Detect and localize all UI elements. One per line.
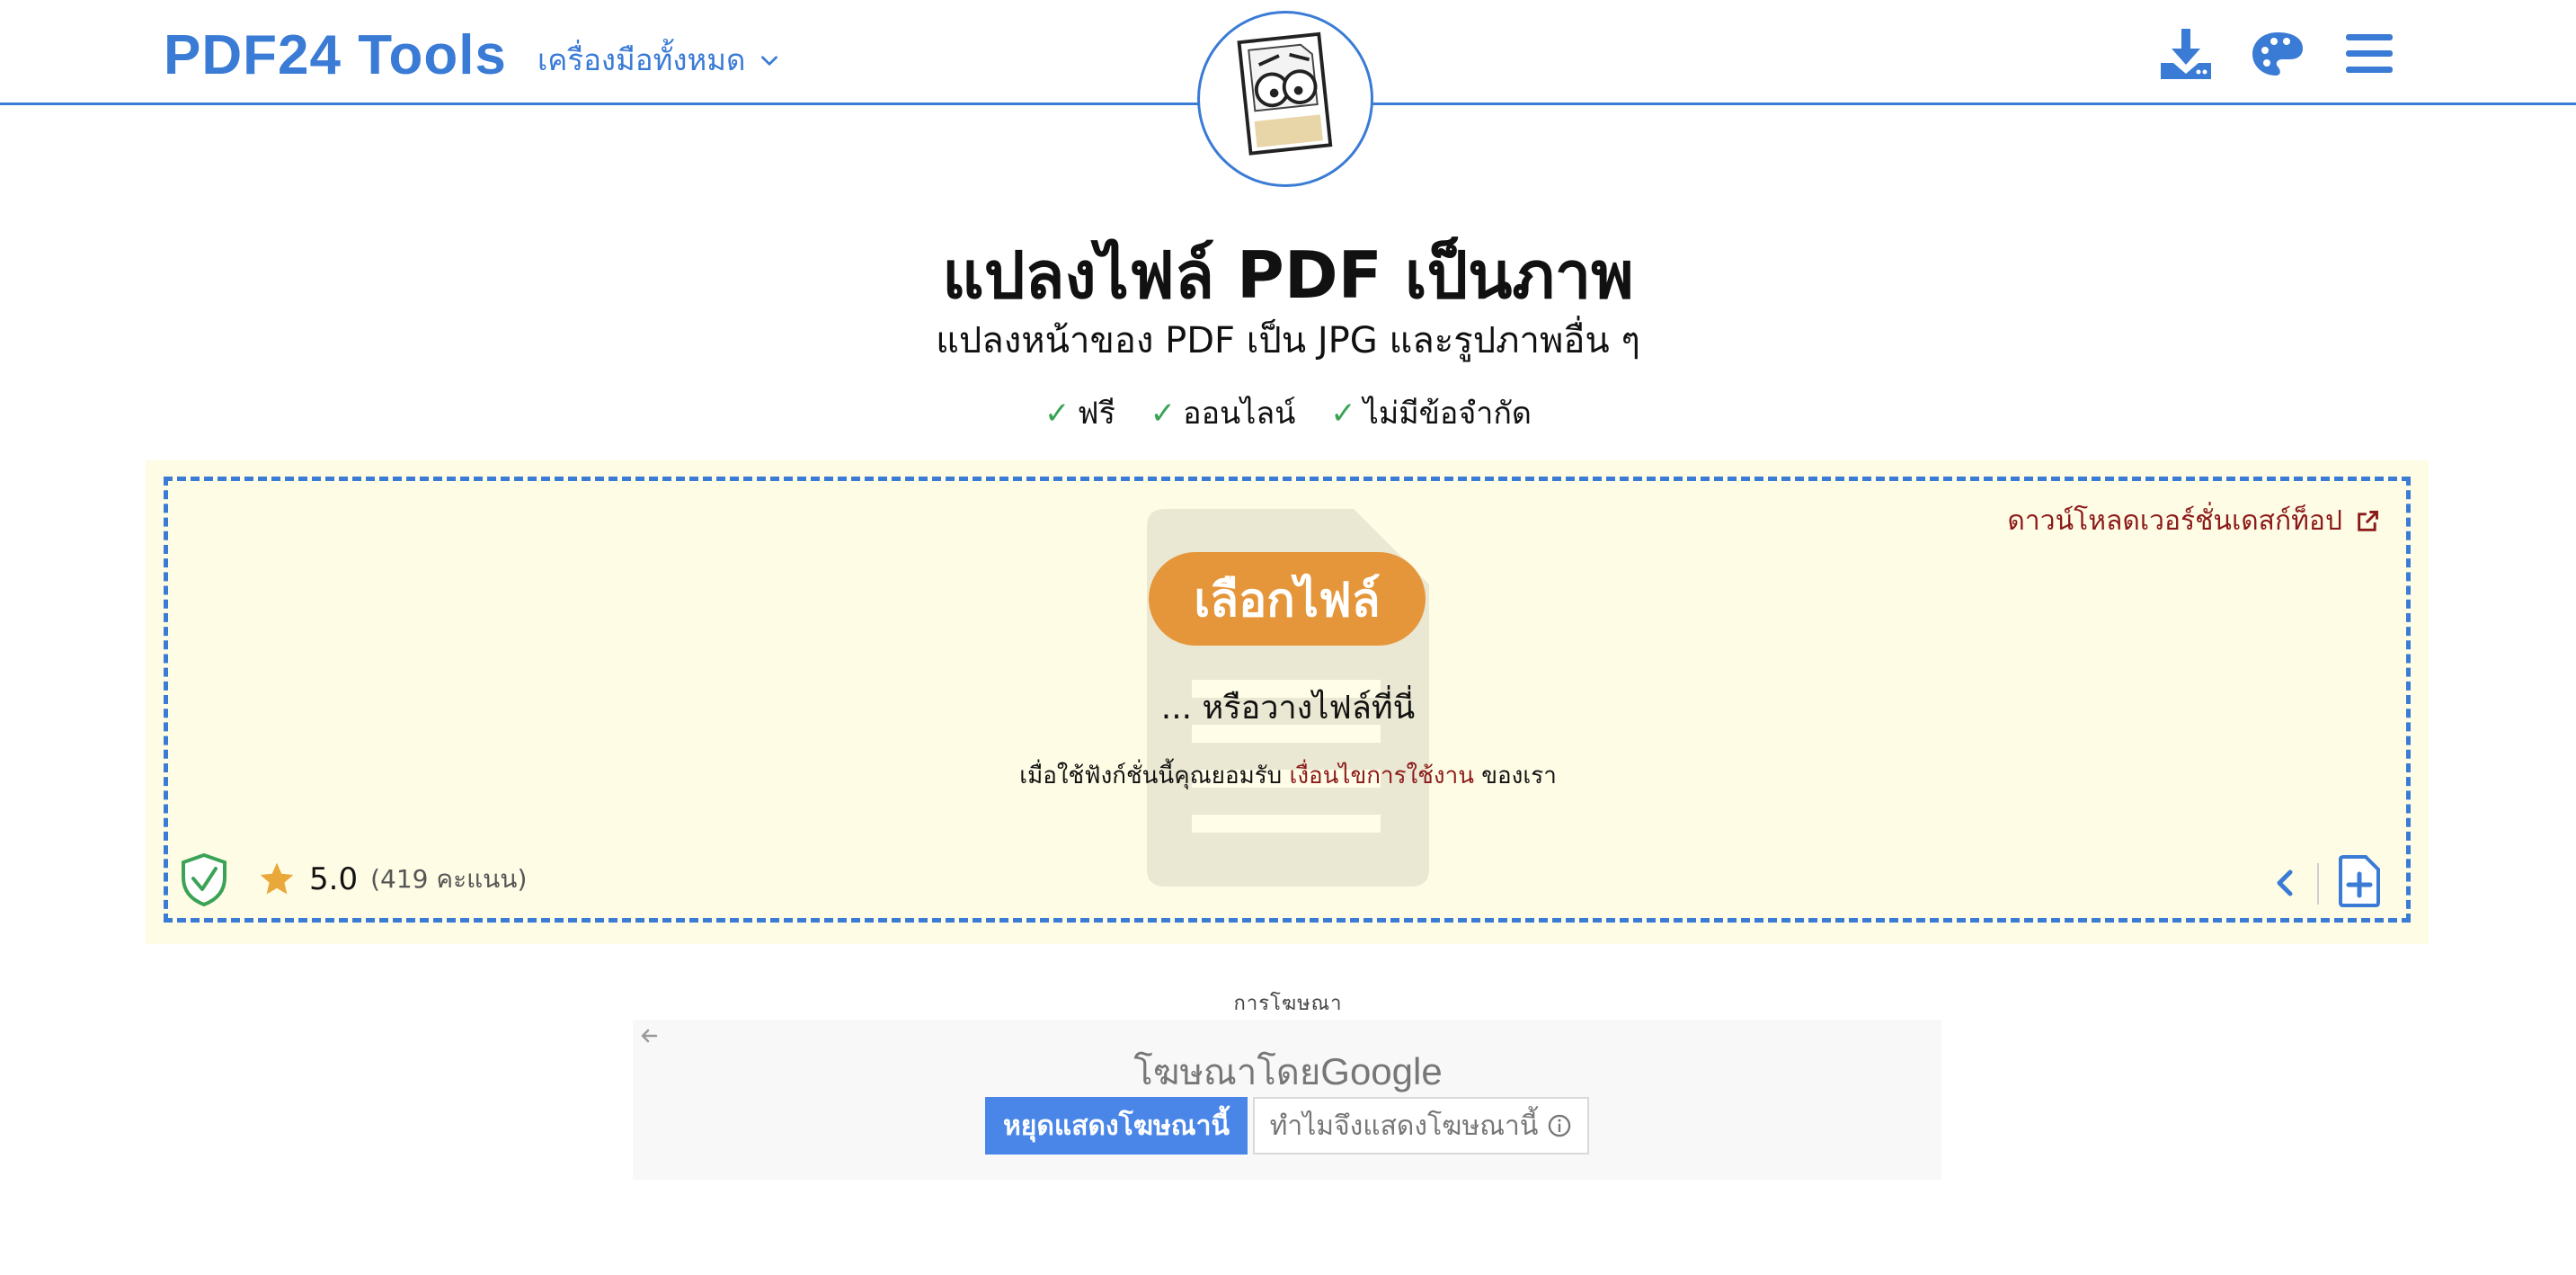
chevron-left-icon[interactable] (2272, 867, 2299, 899)
external-link-icon (2358, 510, 2378, 531)
menu-icon[interactable] (2341, 25, 2398, 83)
star-icon (260, 862, 294, 895)
drop-files-hint: ... หรือวางไฟล์ที่นี่ (1160, 690, 1416, 727)
terms-notice: เมื่อใช้ฟังก์ชั่นนี้คุณยอมรับ เงื่อนไขกา… (1019, 762, 1557, 789)
desktop-version-link[interactable]: ดาวน์โหลดเวอร์ชั่นเดสก์ท็อป (2007, 500, 2380, 542)
feature-list: ✓ ฟรี ✓ ออนไลน์ ✓ ไม่มีข้อจำกัด (0, 388, 2576, 437)
check-icon: ✓ (1330, 396, 1356, 432)
choose-file-button[interactable]: เลือกไฟล์ (1149, 552, 1426, 646)
terms-of-use-link[interactable]: เงื่อนไขการใช้งาน (1289, 762, 1474, 789)
brand-logo-text[interactable]: PDF24 Tools (164, 23, 507, 87)
feature-item: ✓ ฟรี (1044, 396, 1115, 432)
download-icon[interactable] (2157, 25, 2215, 83)
rating-summary: 5.0 (419 คะแนน) (257, 860, 527, 899)
all-tools-dropdown[interactable]: เครื่องมือทั้งหมด (537, 36, 781, 84)
header-actions (2157, 25, 2398, 83)
google-wordmark: Google (1320, 1050, 1443, 1092)
feature-item: ✓ ไม่มีข้อจำกัด (1330, 396, 1532, 432)
page-subtitle: แปลงหน้าของ PDF เป็น JPG และรูปภาพอื่น ๆ (936, 320, 1640, 361)
palette-icon[interactable] (2249, 25, 2306, 83)
rating-score: 5.0 (309, 861, 359, 897)
chevron-down-icon (761, 55, 778, 66)
ads-by-google: โฆษณาโดยGoogle (1133, 1050, 1443, 1093)
stop-ad-button[interactable]: หยุดแสดงโฆษณานี้ (985, 1097, 1248, 1155)
check-icon: ✓ (1150, 396, 1177, 432)
advertisement-label: การโฆษณา (1233, 993, 1343, 1015)
control-divider (2317, 863, 2319, 905)
shield-check-icon (182, 852, 227, 906)
add-file-icon[interactable] (2337, 854, 2382, 908)
mascot-avatar (1197, 11, 1373, 187)
info-icon (1549, 1114, 1571, 1137)
why-this-ad-button[interactable]: ทำไมจึงแสดงโฆษณานี้ (1253, 1097, 1589, 1155)
all-tools-label: เครื่องมือทั้งหมด (537, 42, 746, 77)
check-icon: ✓ (1044, 396, 1070, 432)
rating-count: (419 คะแนน) (370, 864, 528, 894)
feature-item: ✓ ออนไลน์ (1150, 396, 1296, 432)
